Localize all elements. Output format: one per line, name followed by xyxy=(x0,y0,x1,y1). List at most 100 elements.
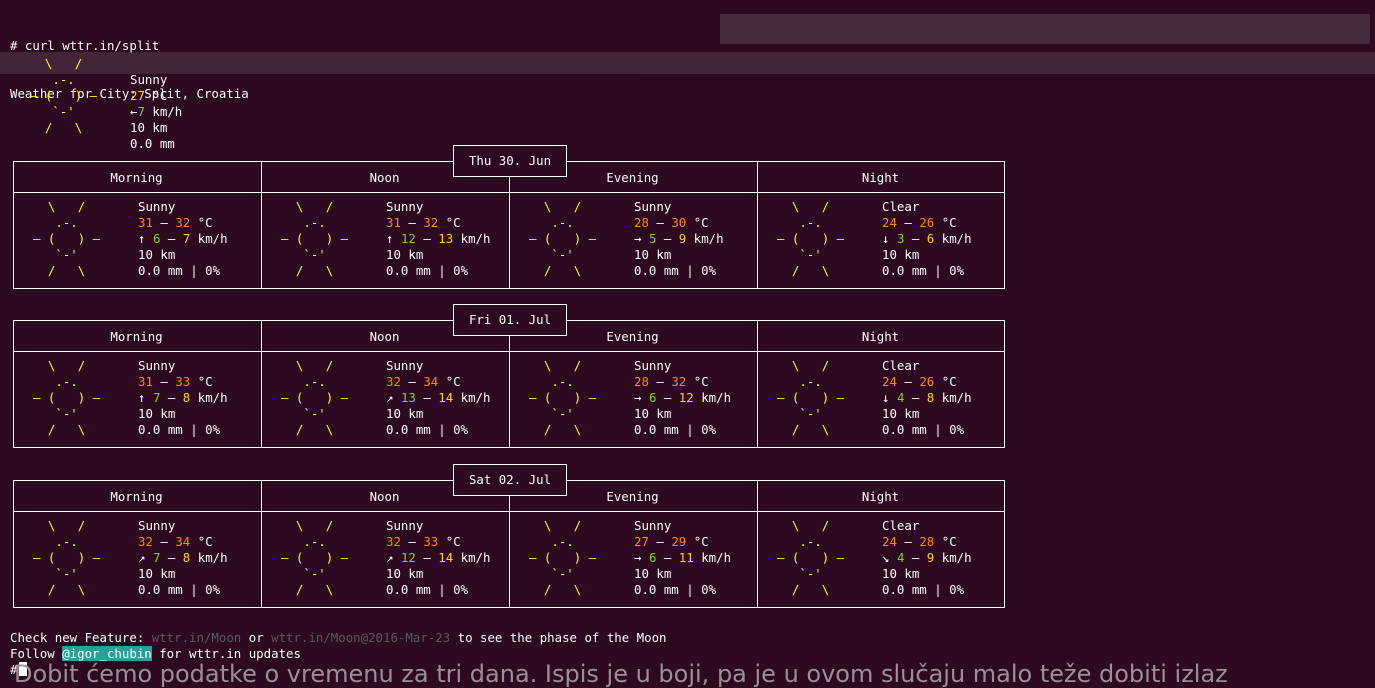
period-forecast: \ / .-. ― ( ) ― `-' / \ Sunny 32 – 34 °C… xyxy=(261,358,508,446)
visibility: 10 km xyxy=(386,406,424,421)
wind-unit: km/h xyxy=(941,231,972,246)
command-line: # curl wttr.in/split xyxy=(10,38,160,53)
wind-low: 6 xyxy=(648,550,657,565)
period-forecast: \ / .-. ― ( ) ― `-' / \ Sunny 28 – 30 °C… xyxy=(509,199,756,287)
wind-unit: km/h xyxy=(941,390,972,405)
follow-suffix: for wttr.in updates xyxy=(151,646,301,661)
precipitation: 0.0 mm | 0% xyxy=(634,263,717,278)
feature-or: or xyxy=(241,630,272,645)
period-label: Noon xyxy=(369,329,400,344)
period-forecast: \ / .-. ― ( ) ― `-' / \ Clear 24 – 28 °C… xyxy=(757,518,1004,606)
period-info: Sunny 28 – 30 °C → 5 – 9 km/h 10 km 0.0 … xyxy=(634,199,724,278)
current-temp: 27 xyxy=(130,88,145,103)
period-condition: Clear xyxy=(882,358,920,373)
wind-low: 7 xyxy=(152,390,161,405)
wind-high: 9 xyxy=(678,231,687,246)
temp-unit: °C xyxy=(693,534,709,549)
twitter-handle-link[interactable]: @igor_chubin xyxy=(62,646,152,661)
wind-arrow-icon: ↑ xyxy=(386,231,394,246)
period-info: Sunny 32 – 34 °C ↗ 7 – 8 km/h 10 km 0.0 … xyxy=(138,518,228,597)
wind-low: 13 xyxy=(400,390,416,405)
sun-icon: \ / .-. ― ( ) ― `-' / \ xyxy=(33,199,101,278)
current-info: Sunny 27 °C ←7 km/h 10 km 0.0 mm xyxy=(130,56,182,152)
period-info: Sunny 31 – 32 °C ↑ 12 – 13 km/h 10 km 0.… xyxy=(386,199,491,278)
current-wind-unit: km/h xyxy=(152,104,183,119)
wind-unit: km/h xyxy=(693,231,724,246)
visibility: 10 km xyxy=(882,566,920,581)
period-info: Sunny 28 – 32 °C → 6 – 12 km/h 10 km 0.0… xyxy=(634,358,732,437)
temp-low: 31 xyxy=(138,374,153,389)
wind-high: 14 xyxy=(438,550,454,565)
temp-unit: °C xyxy=(941,534,957,549)
period-info: Clear 24 – 28 °C ↘ 4 – 9 km/h 10 km 0.0 … xyxy=(882,518,972,597)
temp-unit: °C xyxy=(197,374,213,389)
period-forecast: \ / .-. ― ( ) ― `-' / \ Sunny 31 – 32 °C… xyxy=(261,199,508,287)
wind-high: 8 xyxy=(926,390,935,405)
sun-icon: \ / .-. ― ( ) ― `-' / \ xyxy=(281,518,349,597)
precipitation: 0.0 mm | 0% xyxy=(386,263,469,278)
temp-low: 28 xyxy=(634,374,649,389)
wind-low: 12 xyxy=(400,231,416,246)
wind-arrow-icon: → xyxy=(634,231,642,246)
temp-low: 24 xyxy=(882,374,897,389)
wind-high: 7 xyxy=(182,231,191,246)
period-forecast: \ / .-. ― ( ) ― `-' / \ Clear 24 – 26 °C… xyxy=(757,199,1004,287)
period-label: Noon xyxy=(369,489,400,504)
forecast-day: Sat 02. Jul Morning \ / .-. ― ( ) ― `-' /… xyxy=(13,464,1005,608)
precipitation: 0.0 mm | 0% xyxy=(882,263,965,278)
period-condition: Sunny xyxy=(138,358,176,373)
wind-low: 4 xyxy=(896,550,905,565)
visibility: 10 km xyxy=(138,406,176,421)
temp-unit: °C xyxy=(445,374,461,389)
period-condition: Sunny xyxy=(634,199,672,214)
wind-high: 9 xyxy=(926,550,935,565)
moon-link[interactable]: wttr.in/Moon xyxy=(152,630,242,645)
period-condition: Sunny xyxy=(386,199,424,214)
moon-clear-icon: \ / .-. ― ( ) ― `-' / \ xyxy=(777,518,845,597)
period-info: Sunny 27 – 29 °C → 6 – 11 km/h 10 km 0.0… xyxy=(634,518,732,597)
wind-arrow-icon: ↗ xyxy=(386,390,394,405)
moon-date-link[interactable]: wttr.in/Moon@2016-Mar-23 xyxy=(271,630,450,645)
temp-high: 26 xyxy=(919,374,935,389)
temp-high: 30 xyxy=(671,215,687,230)
period-condition: Clear xyxy=(882,518,920,533)
wind-high: 13 xyxy=(438,231,454,246)
wind-high: 6 xyxy=(926,231,935,246)
wind-high: 8 xyxy=(182,550,191,565)
period-forecast: \ / .-. ― ( ) ― `-' / \ Sunny 31 – 32 °C… xyxy=(13,199,260,287)
period-label: Night xyxy=(861,329,900,344)
wind-low: 5 xyxy=(648,231,657,246)
period-forecast: \ / .-. ― ( ) ― `-' / \ Sunny 28 – 32 °C… xyxy=(509,358,756,446)
wind-high: 11 xyxy=(678,550,694,565)
wind-unit: km/h xyxy=(197,390,228,405)
period-info: Sunny 31 – 33 °C ↑ 7 – 8 km/h 10 km 0.0 … xyxy=(138,358,228,437)
period-forecast: \ / .-. ― ( ) ― `-' / \ Sunny 32 – 33 °C… xyxy=(261,518,508,606)
wind-unit: km/h xyxy=(701,550,732,565)
wind-low: 3 xyxy=(896,231,905,246)
period-condition: Sunny xyxy=(634,518,672,533)
wind-arrow-icon: ↗ xyxy=(386,550,394,565)
period-label: Night xyxy=(861,170,900,185)
temp-high: 33 xyxy=(175,374,191,389)
period-label: Morning xyxy=(110,170,163,185)
period-forecast: \ / .-. ― ( ) ― `-' / \ Clear 24 – 26 °C… xyxy=(757,358,1004,446)
visibility: 10 km xyxy=(882,247,920,262)
period-info: Sunny 31 – 32 °C ↑ 6 – 7 km/h 10 km 0.0 … xyxy=(138,199,228,278)
wind-low: 4 xyxy=(896,390,905,405)
wind-low: 7 xyxy=(152,550,161,565)
temp-low: 31 xyxy=(386,215,401,230)
moon-clear-icon: \ / .-. ― ( ) ― `-' / \ xyxy=(777,358,845,437)
sun-icon: \ / .-. ― ( ) ― `-' / \ xyxy=(529,518,597,597)
wind-unit: km/h xyxy=(197,550,228,565)
sun-icon: \ / .-. ― ( ) ― `-' / \ xyxy=(30,56,98,135)
precipitation: 0.0 mm | 0% xyxy=(138,422,221,437)
temp-low: 28 xyxy=(634,215,649,230)
period-info: Sunny 32 – 34 °C ↗ 13 – 14 km/h 10 km 0.… xyxy=(386,358,491,437)
period-info: Clear 24 – 26 °C ↓ 3 – 6 km/h 10 km 0.0 … xyxy=(882,199,972,278)
visibility: 10 km xyxy=(882,406,920,421)
current-visibility: 10 km xyxy=(130,120,168,135)
temp-unit: °C xyxy=(197,215,213,230)
visibility: 10 km xyxy=(138,247,176,262)
period-forecast: \ / .-. ― ( ) ― `-' / \ Sunny 27 – 29 °C… xyxy=(509,518,756,606)
visibility: 10 km xyxy=(634,566,672,581)
